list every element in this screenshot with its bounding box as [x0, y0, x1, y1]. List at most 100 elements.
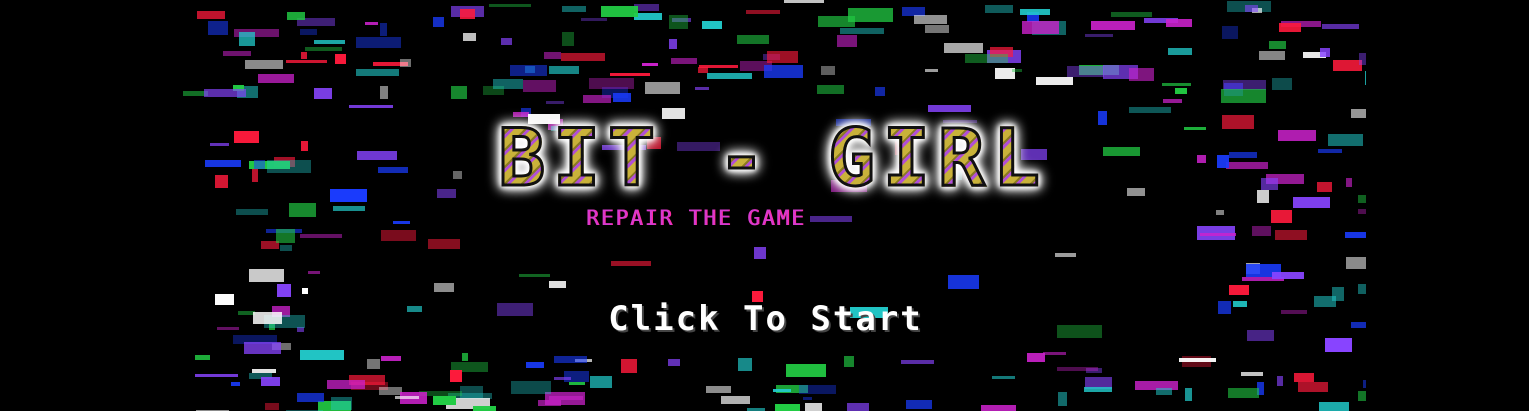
glitch-block: [1279, 23, 1301, 32]
glitch-block: [901, 360, 934, 364]
glitch-block: [645, 82, 680, 94]
glitch-block: [473, 406, 496, 411]
glitch-block: [1067, 66, 1104, 77]
glitch-block: [314, 40, 345, 44]
glitch-block: [1129, 68, 1154, 81]
glitch-block: [1129, 107, 1171, 113]
glitch-block: [1058, 392, 1067, 406]
glitch-block: [1228, 388, 1259, 398]
glitch-block: [1259, 51, 1285, 60]
glitch-block: [668, 359, 680, 366]
glitch-block: [1185, 388, 1192, 401]
glitch-block: [589, 78, 634, 89]
glitch-block: [1261, 178, 1278, 190]
glitch-block: [223, 51, 251, 56]
glitch-block: [204, 89, 246, 97]
glitch-block: [737, 35, 769, 44]
glitch-block: [400, 59, 411, 67]
glitch-block: [948, 275, 979, 289]
glitch-block: [799, 385, 836, 394]
glitch-block: [253, 312, 282, 324]
glitch-block: [810, 216, 852, 222]
glitch-block: [840, 28, 884, 34]
glitch-block: [1057, 325, 1102, 338]
glitch-block: [301, 52, 307, 59]
glitch-block: [195, 355, 210, 360]
glitch-block: [331, 397, 352, 410]
glitch-block: [590, 376, 612, 388]
glitch-block: [1166, 19, 1192, 27]
glitch-block: [519, 274, 550, 277]
glitch-block: [379, 387, 402, 395]
glitch-block: [669, 39, 677, 49]
glitch-block: [698, 67, 708, 73]
glitch-block: [510, 65, 547, 76]
glitch-block: [489, 4, 531, 7]
glitch-block: [561, 53, 605, 61]
glitch-block: [217, 327, 239, 330]
glitch-block: [1175, 88, 1187, 94]
glitch-block: [356, 37, 401, 48]
glitch-block: [992, 376, 1015, 379]
glitch-block: [280, 245, 292, 251]
glitch-block: [380, 23, 387, 36]
glitch-block: [252, 369, 276, 373]
glitch-block: [252, 169, 258, 182]
glitch-block: [267, 160, 311, 173]
title-screen[interactable]: BIT - GIRL REPAIR THE GAME Click To Star…: [183, 0, 1366, 411]
glitch-block: [1233, 301, 1247, 307]
glitch-block: [1229, 285, 1249, 295]
glitch-block: [1229, 152, 1257, 158]
glitch-block: [981, 405, 1016, 411]
glitch-block: [244, 342, 281, 354]
glitch-block: [428, 239, 460, 249]
glitch-block: [1241, 372, 1263, 376]
glitch-block: [1043, 352, 1066, 355]
glitch-block: [1281, 310, 1307, 314]
glitch-block: [817, 85, 844, 94]
glitch-block: [300, 350, 344, 360]
glitch-block: [581, 18, 607, 21]
glitch-block: [928, 105, 971, 112]
glitch-block: [1322, 24, 1359, 29]
glitch-block: [767, 51, 798, 63]
glitch-block: [1359, 53, 1366, 65]
glitch-block: [695, 87, 709, 90]
glitch-block: [1057, 367, 1098, 371]
glitch-block: [1091, 21, 1135, 30]
glitch-block: [847, 403, 869, 411]
glitch-block: [925, 25, 949, 33]
glitch-block: [1320, 48, 1330, 57]
glitch-block: [365, 22, 378, 25]
glitch-block: [549, 281, 566, 288]
glitch-block: [308, 271, 320, 274]
glitch-block: [613, 93, 631, 102]
glitch-block: [1318, 149, 1342, 153]
glitch-block: [1247, 330, 1274, 341]
glitch-block: [786, 364, 826, 377]
glitch-block: [1351, 322, 1366, 328]
glitch-block: [562, 6, 586, 12]
glitch-block: [944, 43, 983, 53]
click-to-start-button[interactable]: Click To Start: [543, 296, 988, 342]
glitch-block: [381, 356, 401, 361]
glitch-block: [1156, 388, 1172, 395]
glitch-block: [195, 374, 238, 377]
glitch-block: [562, 32, 574, 46]
glitch-block: [784, 0, 824, 3]
glitch-block: [511, 381, 551, 394]
glitch-block: [1200, 233, 1236, 236]
glitch-block: [611, 261, 651, 266]
glitch-block: [497, 303, 533, 316]
glitch-block: [1314, 296, 1336, 307]
glitch-block: [569, 382, 585, 385]
glitch-block: [380, 86, 388, 99]
glitch-block: [1226, 162, 1268, 169]
glitch-block: [544, 52, 561, 59]
glitch-block: [314, 88, 332, 99]
glitch-block: [1363, 380, 1366, 388]
glitch-block: [1269, 41, 1286, 49]
glitch-block: [1271, 210, 1292, 223]
glitch-block: [197, 11, 225, 19]
glitch-block: [554, 356, 587, 363]
